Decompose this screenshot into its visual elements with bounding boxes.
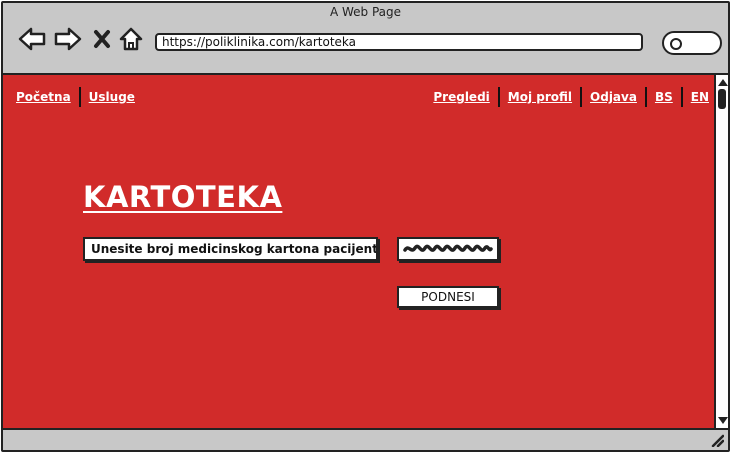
- nav-link-pregledi[interactable]: Pregledi: [425, 90, 497, 104]
- back-button[interactable]: [17, 25, 47, 53]
- nav-link-odjava[interactable]: Odjava: [582, 90, 645, 104]
- browser-search[interactable]: [662, 31, 722, 55]
- top-nav-right: Pregledi Moj profil Odjava BS EN: [425, 87, 709, 107]
- submit-button[interactable]: PODNESI: [397, 286, 499, 308]
- language-en[interactable]: EN: [683, 90, 709, 104]
- nav-link-pocetna[interactable]: Početna: [16, 90, 79, 104]
- arrow-left-icon: [18, 27, 46, 51]
- page-content: Početna Usluge Pregledi Moj profil Odjav…: [3, 73, 714, 428]
- home-button[interactable]: [117, 25, 145, 53]
- home-icon: [119, 27, 143, 51]
- masked-input-scribble: [403, 244, 493, 252]
- search-icon: [670, 38, 682, 50]
- forward-button[interactable]: [53, 25, 83, 53]
- language-bs[interactable]: BS: [647, 90, 681, 104]
- page-title: KARTOTEKA: [83, 180, 283, 214]
- status-bar: [3, 428, 728, 450]
- close-icon: [94, 30, 110, 48]
- resize-handle-icon[interactable]: [710, 433, 724, 447]
- scroll-up-icon[interactable]: [718, 79, 728, 86]
- record-number-label: Unesite broj medicinskog kartona pacijen…: [83, 237, 378, 261]
- nav-link-moj-profil[interactable]: Moj profil: [500, 90, 580, 104]
- scroll-down-icon[interactable]: [718, 417, 728, 424]
- nav-link-usluge[interactable]: Usluge: [81, 90, 143, 104]
- record-number-input[interactable]: [397, 237, 499, 261]
- vertical-scrollbar[interactable]: [714, 73, 728, 428]
- address-bar[interactable]: https://poliklinika.com/kartoteka: [155, 33, 643, 51]
- top-nav-left: Početna Usluge: [16, 87, 143, 107]
- scroll-thumb[interactable]: [718, 89, 726, 109]
- arrow-right-icon: [54, 27, 82, 51]
- browser-window: A Web Page https://poliklinika.com/karto…: [1, 1, 730, 452]
- stop-button[interactable]: [91, 25, 113, 53]
- window-title: A Web Page: [329, 5, 402, 19]
